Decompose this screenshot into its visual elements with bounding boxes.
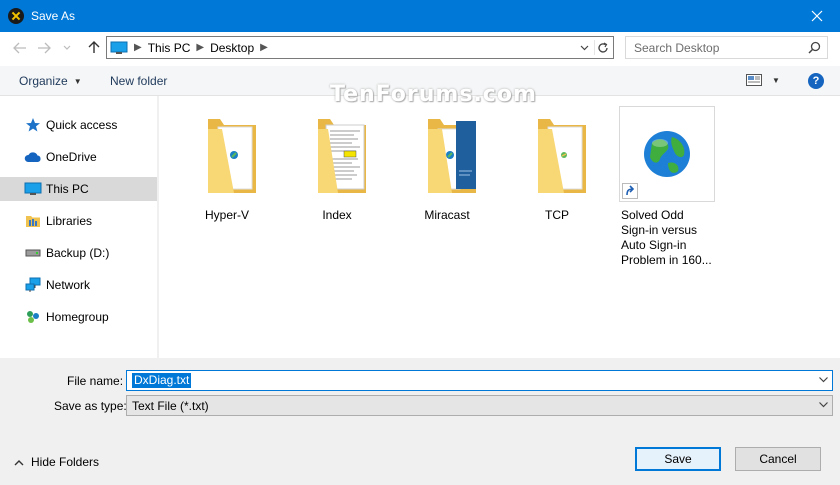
file-name-value[interactable]: DxDiag.txt (132, 373, 192, 388)
hide-folders-label: Hide Folders (31, 455, 100, 469)
folder-icon (399, 106, 495, 202)
refresh-button[interactable] (594, 40, 610, 55)
arrow-right-icon (38, 42, 51, 54)
breadcrumb-desktop[interactable]: Desktop (210, 41, 254, 55)
nav-item-quick-access[interactable]: Quick access (0, 113, 157, 137)
arrow-left-icon (13, 42, 26, 54)
chevron-up-icon (13, 459, 25, 466)
view-details-icon (746, 74, 762, 86)
back-button[interactable] (10, 39, 30, 57)
recent-locations-button[interactable] (60, 39, 74, 57)
save-type-select[interactable]: Text File (*.txt) (126, 395, 833, 416)
cancel-button[interactable]: Cancel (735, 447, 821, 471)
file-item-miracast[interactable]: Miracast (399, 106, 495, 223)
watermark: TenForums.com (330, 82, 537, 107)
app-icon (8, 8, 24, 24)
cloud-icon (24, 149, 42, 165)
breadcrumb-separator[interactable]: ▶ (260, 42, 268, 53)
new-folder-button[interactable]: New folder (110, 74, 167, 88)
search-input[interactable]: Search Desktop (625, 36, 828, 59)
file-item-shortcut[interactable]: Solved Odd Sign-in versus Auto Sign-in P… (619, 106, 715, 268)
nav-label: Homegroup (46, 310, 109, 324)
folder-icon (509, 106, 605, 202)
file-name-line: Sign-in versus (621, 223, 698, 237)
save-type-label: Save as type: (54, 399, 127, 413)
save-type-value: Text File (*.txt) (132, 398, 209, 413)
breadcrumb-this-pc[interactable]: This PC (148, 41, 191, 55)
homegroup-icon (24, 309, 42, 325)
close-button[interactable] (794, 0, 840, 32)
library-folder-icon (24, 213, 42, 229)
folder-icon (179, 106, 275, 202)
file-name: Index (322, 208, 352, 222)
close-icon (811, 10, 823, 22)
caret-down-icon: ▼ (73, 76, 82, 86)
address-dropdown-button[interactable] (577, 40, 591, 55)
file-item-tcp[interactable]: TCP (509, 106, 605, 223)
chevron-down-icon (818, 399, 829, 413)
file-item-hyper-v[interactable]: Hyper-V (179, 106, 275, 223)
arrow-up-icon (88, 41, 100, 53)
file-name: TCP (545, 208, 569, 222)
hide-folders-button[interactable]: Hide Folders (13, 455, 99, 469)
nav-item-network[interactable]: Network (0, 273, 157, 297)
network-icon (24, 277, 42, 293)
shortcut-arrow-icon (622, 183, 638, 199)
file-name-label: File name: (67, 374, 124, 388)
file-name: Hyper-V (204, 208, 249, 222)
save-button[interactable]: Save (635, 447, 721, 471)
file-name-line: Problem in 160... (621, 253, 712, 267)
nav-label: OneDrive (46, 150, 97, 164)
title-bar: Save As (0, 0, 840, 32)
help-button[interactable]: ? (808, 73, 824, 89)
refresh-icon (597, 41, 608, 53)
up-button[interactable] (84, 38, 104, 56)
star-icon (24, 117, 42, 133)
file-name-input[interactable]: DxDiag.txt (126, 370, 833, 391)
chevron-down-icon (63, 45, 71, 50)
nav-label: Backup (D:) (46, 246, 110, 260)
file-name-line: Solved Odd (621, 208, 684, 222)
computer-icon (24, 181, 42, 197)
forward-button[interactable] (34, 39, 54, 57)
nav-item-libraries[interactable]: Libraries (0, 209, 157, 233)
search-icon[interactable] (808, 41, 821, 57)
folder-icon (289, 106, 385, 202)
file-name-line: Auto Sign-in (621, 238, 687, 252)
nav-label: Quick access (46, 118, 118, 132)
nav-label: This PC (46, 182, 89, 196)
computer-icon (110, 41, 128, 54)
globe-icon (644, 131, 690, 177)
file-name: Miracast (424, 208, 470, 222)
nav-item-onedrive[interactable]: OneDrive (0, 145, 157, 169)
nav-item-this-pc[interactable]: This PC (0, 177, 157, 201)
chevron-down-icon (580, 45, 588, 50)
drive-icon (24, 245, 42, 261)
nav-item-homegroup[interactable]: Homegroup (0, 305, 157, 329)
navigation-pane: Quick access OneDrive This PC Libraries … (0, 96, 158, 358)
organize-button[interactable]: Organize ▼ (19, 74, 82, 88)
organize-label: Organize (19, 74, 68, 88)
breadcrumb-separator: ▶ (134, 42, 142, 53)
breadcrumb-separator: ▶ (196, 42, 205, 53)
chevron-down-icon[interactable] (818, 374, 829, 388)
caret-down-icon: ▼ (772, 75, 780, 85)
change-view-button[interactable]: ▼ (746, 74, 780, 86)
search-placeholder: Search Desktop (634, 40, 720, 55)
window-title: Save As (31, 9, 76, 23)
file-item-index[interactable]: Index (289, 106, 385, 223)
file-name: Solved Odd Sign-in versus Auto Sign-in P… (619, 208, 715, 268)
nav-label: Network (46, 278, 91, 292)
nav-label: Libraries (46, 214, 93, 228)
internet-shortcut-icon (619, 106, 715, 202)
nav-item-backup-drive[interactable]: Backup (D:) (0, 241, 157, 265)
address-bar[interactable]: ▶ This PC ▶ Desktop ▶ (106, 36, 614, 59)
